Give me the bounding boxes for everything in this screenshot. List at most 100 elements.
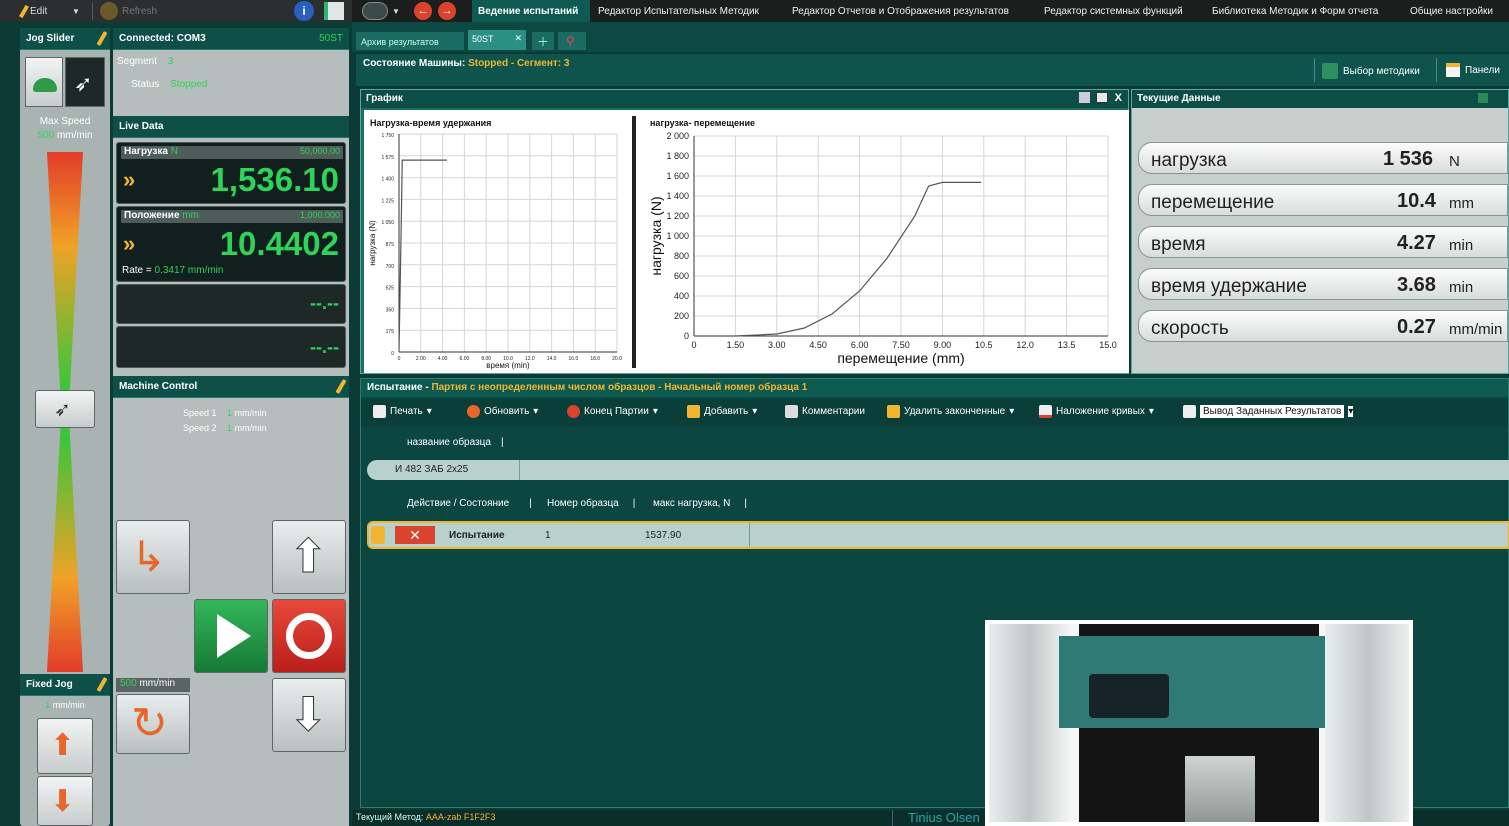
y-tick-label: 525 [386,286,395,292]
return-button[interactable]: ↻ [116,694,190,754]
output-results-select[interactable]: Вывод Заданных Результатов ▾ [1183,405,1354,418]
exit-button[interactable] [324,2,344,20]
chart-title: нагрузка- перемещение [650,118,755,128]
divider [519,460,520,480]
add-button[interactable]: Добавить ▾ [687,405,757,418]
fast-mode-button[interactable]: ➶ [65,57,105,107]
app-menu-button[interactable]: ▼ [362,2,400,20]
y-tick-label: 1 400 [381,177,394,183]
end-batch-icon [567,405,580,418]
machine-photo [985,620,1413,826]
crosshead-down-button[interactable]: ⬇ [272,678,346,752]
row-handle[interactable] [371,526,385,544]
refresh-button[interactable]: Обновить ▾ [467,405,538,418]
tab-results-archive[interactable]: Архив результатов [356,32,464,50]
y-axis-label: нагрузка (N) [368,220,377,266]
jog-panel: Jog Slider ➶ Max Speed 500 mm/min ➶ Fixe… [20,28,110,826]
back-button[interactable]: ← [414,2,432,20]
cancel-test-icon[interactable]: ✕ [395,526,435,544]
jog-slider-thumb[interactable]: ➶ [35,390,95,428]
x-tick-label: 1.50 [727,340,745,350]
sample-name-row[interactable]: И 482 ЗАБ 2х25 [367,460,1509,480]
end-batch-button[interactable]: Конец Партии ▾ [567,405,658,418]
sample-number-column-header: Номер образца | [547,498,636,509]
slow-mode-button[interactable] [25,57,63,107]
y-tick-label: 1 225 [381,198,394,204]
x-tick-label: 15.0 [1099,340,1117,350]
refresh-icon [100,2,118,20]
tab-system-editor[interactable]: Редактор системных функций [1038,0,1189,22]
machine-state-readout: Состояние Машины: Stopped - Сегмент: 3 [363,58,570,69]
fixed-jog-down-button[interactable]: ⬇ [37,776,93,826]
tab-testing[interactable]: Ведение испытаний [472,0,590,22]
empty-display-2: --.-- [116,326,346,368]
max-speed-label: Max Speed [39,116,91,127]
edit-dropdown-button[interactable]: ▼ [72,2,80,20]
edit-graph-icon[interactable] [1079,92,1090,103]
add-tab-button[interactable]: ＋ [532,32,554,50]
select-method-button[interactable]: Выбор методики [1322,63,1420,79]
y-tick-label: 1 750 [381,133,394,139]
overlay-curves-button[interactable]: Наложение кривых ▾ [1039,405,1154,418]
current-data-row-speed: скорость 0.27 mm/min [1138,310,1508,342]
current-data-panel: Текущие Данные нагрузка 1 536 N перемеще… [1131,89,1509,374]
close-icon[interactable]: X [1115,92,1122,104]
document-tab-bar: Архив результатов 50ST ✕ ＋ ⚲ [352,22,1509,52]
tab-50st[interactable]: 50ST ✕ [468,30,526,50]
tab-library[interactable]: Библиотека Методик и Форм отчета [1206,0,1384,22]
chart-splitter[interactable] [632,116,636,368]
search-tab-button[interactable]: ⚲ [558,32,586,50]
delete-finished-button[interactable]: Удалить законченные ▾ [887,405,1014,418]
table-row[interactable]: ✕ Испытание 1 1537.90 [367,521,1509,549]
quick-toolbar: Edit ▼ Refresh i [0,0,352,22]
machine-control-header: Machine Control [113,376,349,398]
panels-button[interactable]: Панели [1446,63,1500,77]
chart-title: Нагрузка-время удержания [370,118,491,128]
pencil-icon[interactable] [96,677,108,692]
speed1-readout: Speed 1 1 mm/min [183,408,267,418]
search-icon: ⚲ [566,34,575,48]
chevron-down-icon: ▼ [392,6,400,16]
x-tick-label: 3.00 [768,340,786,350]
edit-button[interactable]: Edit [19,2,47,20]
x-tick-label: 0 [691,340,696,350]
refresh-button[interactable]: Refresh [100,2,157,20]
pencil-icon[interactable] [335,379,347,394]
pencil-icon[interactable] [96,31,108,46]
chart-load-vs-hold-time: Нагрузка-время удержания0 2.00 4.00 6.00 8.0… [368,118,622,370]
tab-method-editor[interactable]: Редактор Испытательных Методик [592,0,765,22]
y-tick-label: 1 050 [381,220,394,226]
y-tick-label: 600 [674,271,689,281]
rabbit-icon: ➶ [54,399,71,421]
info-button[interactable]: i [294,1,314,21]
comments-button[interactable]: Комментарии [785,405,865,418]
charts-svg: Нагрузка-время удержания0 2.00 4.00 6.00 8.0… [368,116,1117,370]
max-speed-readout: 500 mm/min [37,130,93,141]
close-icon[interactable]: ✕ [514,33,522,44]
top-bar: Edit ▼ Refresh i ▼ ← → Ведение испытаний… [0,0,1509,22]
tab-report-editor[interactable]: Редактор Отчетов и Отображения результат… [786,0,1015,22]
current-data-header: Текущие Данные [1132,90,1508,108]
settings-icon[interactable] [1478,93,1488,103]
tab-settings[interactable]: Общие настройки [1404,0,1499,22]
return-to-zero-button[interactable]: ↳ [116,520,190,594]
maximize-icon[interactable] [1096,92,1108,103]
crosshead-up-button[interactable]: ⬆ [272,520,346,594]
fixed-jog-up-button[interactable]: ⬆ [37,718,93,774]
corner-arrow-icon: ↳ [131,533,167,580]
x-tick-label: 2.00 [416,356,426,362]
add-icon [687,405,700,418]
x-tick-label: 0 [398,356,401,362]
y-tick-label: 200 [674,311,689,321]
fixed-jog-header: Fixed Jog [20,674,110,696]
start-button[interactable] [194,599,268,673]
chevron-down-icon: ▾ [1348,406,1354,417]
forward-button[interactable]: → [438,2,456,20]
x-tick-label: 6.00 [460,356,470,362]
method-icon [1322,63,1338,79]
test-panel-header: Испытание - Партия с неопределенным числ… [361,379,1508,397]
stop-button[interactable] [272,599,346,673]
print-button[interactable]: Печать ▾ [373,405,432,418]
divider [92,2,93,20]
app-logo-icon [362,2,388,20]
